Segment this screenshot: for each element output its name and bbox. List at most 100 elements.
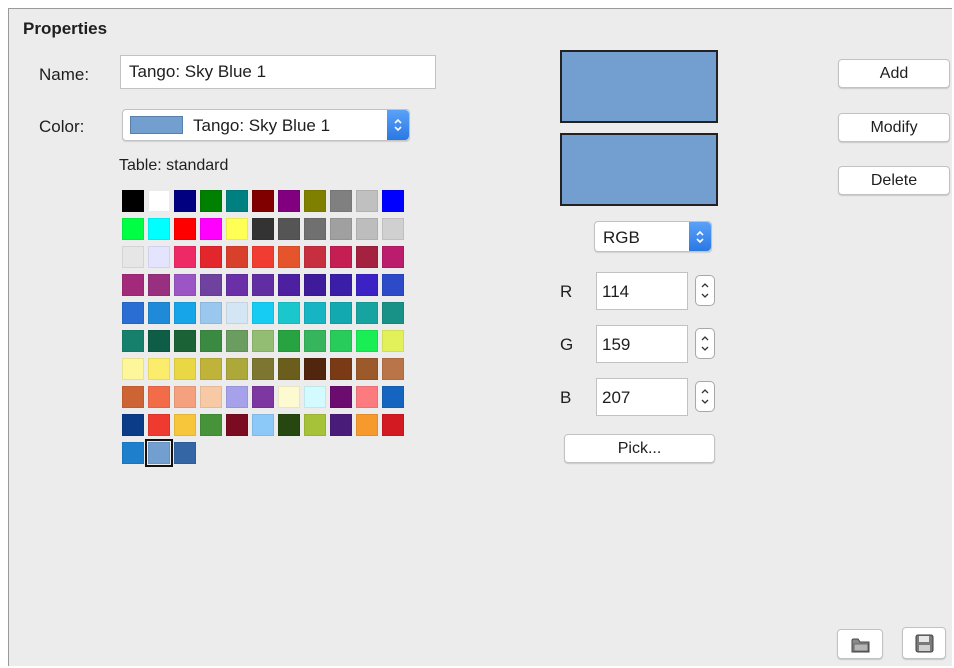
palette-swatch[interactable] xyxy=(356,330,378,352)
palette-swatch-selected[interactable] xyxy=(145,439,173,467)
palette-swatch[interactable] xyxy=(304,414,326,436)
palette-swatch[interactable] xyxy=(200,274,222,296)
palette-swatch[interactable] xyxy=(122,330,144,352)
palette-swatch[interactable] xyxy=(304,246,326,268)
palette-swatch[interactable] xyxy=(330,358,352,380)
palette-swatch[interactable] xyxy=(382,274,404,296)
palette-swatch[interactable] xyxy=(226,386,248,408)
palette-swatch[interactable] xyxy=(174,218,196,240)
save-palette-button[interactable] xyxy=(902,627,946,659)
color-select[interactable]: Tango: Sky Blue 1 xyxy=(122,109,410,141)
channel-input-r[interactable]: 114 xyxy=(596,272,688,310)
palette-swatch[interactable] xyxy=(304,190,326,212)
palette-swatch[interactable] xyxy=(174,330,196,352)
channel-input-g[interactable]: 159 xyxy=(596,325,688,363)
palette-swatch[interactable] xyxy=(330,330,352,352)
palette-swatch[interactable] xyxy=(304,302,326,324)
channel-stepper-b[interactable] xyxy=(695,381,715,412)
palette-swatch[interactable] xyxy=(356,302,378,324)
palette-swatch[interactable] xyxy=(200,190,222,212)
palette-swatch[interactable] xyxy=(200,358,222,380)
palette-swatch[interactable] xyxy=(252,218,274,240)
palette-swatch[interactable] xyxy=(174,386,196,408)
palette-swatch[interactable] xyxy=(226,218,248,240)
palette-swatch[interactable] xyxy=(148,218,170,240)
palette-swatch[interactable] xyxy=(174,358,196,380)
palette-swatch[interactable] xyxy=(382,330,404,352)
palette-swatch[interactable] xyxy=(252,302,274,324)
palette-swatch[interactable] xyxy=(356,414,378,436)
palette-swatch[interactable] xyxy=(382,414,404,436)
palette-swatch[interactable] xyxy=(252,190,274,212)
palette-swatch[interactable] xyxy=(226,330,248,352)
palette-swatch[interactable] xyxy=(122,274,144,296)
palette-swatch[interactable] xyxy=(226,302,248,324)
palette-swatch[interactable] xyxy=(382,386,404,408)
palette-swatch[interactable] xyxy=(148,246,170,268)
palette-swatch[interactable] xyxy=(356,386,378,408)
palette-swatch[interactable] xyxy=(226,274,248,296)
palette-swatch[interactable] xyxy=(356,274,378,296)
palette-swatch[interactable] xyxy=(200,302,222,324)
palette-swatch[interactable] xyxy=(122,190,144,212)
palette-swatch[interactable] xyxy=(226,414,248,436)
open-palette-button[interactable] xyxy=(837,629,883,659)
modify-button[interactable]: Modify xyxy=(838,113,950,142)
palette-swatch[interactable] xyxy=(148,190,170,212)
palette-swatch[interactable] xyxy=(278,190,300,212)
pick-button[interactable]: Pick... xyxy=(564,434,715,463)
palette-swatch[interactable] xyxy=(330,414,352,436)
palette-swatch[interactable] xyxy=(330,274,352,296)
palette-swatch[interactable] xyxy=(278,274,300,296)
palette-swatch[interactable] xyxy=(330,190,352,212)
palette-swatch[interactable] xyxy=(226,358,248,380)
palette-swatch[interactable] xyxy=(122,414,144,436)
palette-swatch[interactable] xyxy=(356,190,378,212)
palette-swatch[interactable] xyxy=(200,246,222,268)
palette-swatch[interactable] xyxy=(278,330,300,352)
palette-swatch[interactable] xyxy=(382,190,404,212)
channel-stepper-r[interactable] xyxy=(695,275,715,306)
palette-swatch[interactable] xyxy=(278,414,300,436)
add-button[interactable]: Add xyxy=(838,59,950,88)
palette-swatch[interactable] xyxy=(200,330,222,352)
palette-swatch[interactable] xyxy=(382,218,404,240)
delete-button[interactable]: Delete xyxy=(838,166,950,195)
palette-swatch[interactable] xyxy=(174,246,196,268)
palette-swatch[interactable] xyxy=(148,302,170,324)
channel-input-b[interactable]: 207 xyxy=(596,378,688,416)
palette-swatch[interactable] xyxy=(174,414,196,436)
palette-swatch[interactable] xyxy=(226,190,248,212)
palette-swatch[interactable] xyxy=(122,386,144,408)
color-model-select[interactable]: RGB xyxy=(594,221,712,252)
palette-swatch[interactable] xyxy=(356,246,378,268)
palette-swatch[interactable] xyxy=(304,358,326,380)
channel-stepper-g[interactable] xyxy=(695,328,715,359)
palette-swatch[interactable] xyxy=(278,246,300,268)
palette-swatch[interactable] xyxy=(200,414,222,436)
palette-swatch[interactable] xyxy=(278,386,300,408)
palette-swatch[interactable] xyxy=(252,386,274,408)
palette-swatch[interactable] xyxy=(356,218,378,240)
palette-swatch[interactable] xyxy=(304,218,326,240)
palette-swatch[interactable] xyxy=(148,358,170,380)
palette-swatch[interactable] xyxy=(382,302,404,324)
palette-swatch[interactable] xyxy=(252,358,274,380)
palette-swatch[interactable] xyxy=(174,442,196,464)
palette-swatch[interactable] xyxy=(148,414,170,436)
palette-swatch[interactable] xyxy=(330,302,352,324)
palette-swatch[interactable] xyxy=(148,274,170,296)
palette-swatch[interactable] xyxy=(252,330,274,352)
palette-swatch[interactable] xyxy=(122,358,144,380)
palette-swatch[interactable] xyxy=(304,386,326,408)
name-input[interactable]: Tango: Sky Blue 1 xyxy=(120,55,436,89)
palette-swatch[interactable] xyxy=(304,330,326,352)
palette-swatch[interactable] xyxy=(226,246,248,268)
palette-swatch[interactable] xyxy=(252,414,274,436)
palette-swatch[interactable] xyxy=(304,274,326,296)
palette-swatch[interactable] xyxy=(382,246,404,268)
palette-swatch[interactable] xyxy=(252,246,274,268)
palette-swatch[interactable] xyxy=(122,442,144,464)
palette-swatch[interactable] xyxy=(278,358,300,380)
palette-swatch[interactable] xyxy=(330,218,352,240)
